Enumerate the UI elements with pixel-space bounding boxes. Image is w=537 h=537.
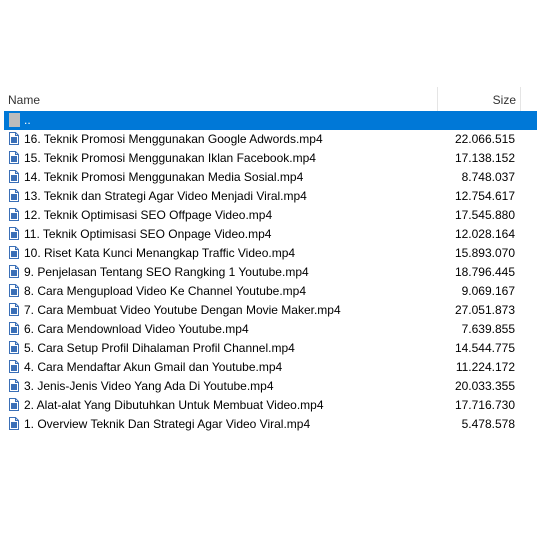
file-row[interactable]: 3. Jenis-Jenis Video Yang Ada Di Youtube… [4,377,537,396]
file-icon [9,265,19,278]
parent-directory-row[interactable]: .. [4,111,537,130]
file-size: 17.716.730 [454,398,515,412]
file-size: 9.069.167 [461,284,515,298]
file-icon [9,151,19,164]
file-name: 8. Cara Mengupload Video Ke Channel Yout… [24,284,306,298]
column-header: Name Size [4,87,537,111]
file-row[interactable]: 10. Riset Kata Kunci Menangkap Traffic V… [4,244,537,263]
folder-up-icon [9,113,20,127]
file-name: 3. Jenis-Jenis Video Yang Ada Di Youtube… [24,379,274,393]
file-name: 9. Penjelasan Tentang SEO Rangking 1 You… [24,265,309,279]
file-name: 12. Teknik Optimisasi SEO Offpage Video.… [24,208,273,222]
file-row[interactable]: 16. Teknik Promosi Menggunakan Google Ad… [4,130,537,149]
file-size: 11.224.172 [455,360,515,374]
file-icon [9,246,19,259]
file-name: 11. Teknik Optimisasi SEO Onpage Video.m… [24,227,272,241]
file-size: 5.478.578 [461,417,515,431]
file-name: 7. Cara Membuat Video Youtube Dengan Mov… [24,303,341,317]
file-icon [9,322,19,335]
file-size: 12.754.617 [454,189,515,203]
file-icon [9,303,19,316]
file-icon [9,341,19,354]
file-size: 8.748.037 [461,170,515,184]
file-name: 13. Teknik dan Strategi Agar Video Menja… [24,189,307,203]
file-icon [9,170,19,183]
file-row[interactable]: 7. Cara Membuat Video Youtube Dengan Mov… [4,301,537,320]
file-row[interactable]: 13. Teknik dan Strategi Agar Video Menja… [4,187,537,206]
file-size: 14.544.775 [454,341,515,355]
file-row[interactable]: 15. Teknik Promosi Menggunakan Iklan Fac… [4,149,537,168]
file-name: 2. Alat-alat Yang Dibutuhkan Untuk Membu… [24,398,324,412]
file-name: 6. Cara Mendownload Video Youtube.mp4 [24,322,249,336]
column-divider[interactable] [520,87,521,111]
file-size: 17.545.880 [454,208,515,222]
file-row[interactable]: 14. Teknik Promosi Menggunakan Media Sos… [4,168,537,187]
file-icon [9,360,19,373]
file-icon [9,417,19,430]
file-row[interactable]: 12. Teknik Optimisasi SEO Offpage Video.… [4,206,537,225]
file-icon [9,379,19,392]
file-name: 4. Cara Mendaftar Akun Gmail dan Youtube… [24,360,283,374]
file-size: 7.639.855 [461,322,515,336]
parent-directory-label: .. [24,113,31,127]
file-name: 15. Teknik Promosi Menggunakan Iklan Fac… [24,151,316,165]
file-row[interactable]: 11. Teknik Optimisasi SEO Onpage Video.m… [4,225,537,244]
file-row[interactable]: 4. Cara Mendaftar Akun Gmail dan Youtube… [4,358,537,377]
column-header-name[interactable]: Name [8,93,40,107]
file-size: 17.138.152 [454,151,515,165]
file-name: 1. Overview Teknik Dan Strategi Agar Vid… [24,417,311,431]
file-icon [9,284,19,297]
file-list-panel: Name Size .. 16. Teknik Promosi Mengguna… [4,87,537,440]
file-size: 18.796.445 [454,265,515,279]
file-icon [9,398,19,411]
file-size: 15.893.070 [454,246,515,260]
file-row[interactable]: 1. Overview Teknik Dan Strategi Agar Vid… [4,415,537,434]
file-icon [9,227,19,240]
file-rows: .. 16. Teknik Promosi Menggunakan Google… [4,111,537,434]
file-size: 12.028.164 [454,227,515,241]
file-row[interactable]: 9. Penjelasan Tentang SEO Rangking 1 You… [4,263,537,282]
file-row[interactable]: 2. Alat-alat Yang Dibutuhkan Untuk Membu… [4,396,537,415]
file-row[interactable]: 5. Cara Setup Profil Dihalaman Profil Ch… [4,339,537,358]
file-row[interactable]: 6. Cara Mendownload Video Youtube.mp4 7.6… [4,320,537,339]
file-icon [9,132,19,145]
file-icon [9,189,19,202]
file-size: 22.066.515 [454,132,515,146]
file-size: 20.033.355 [454,379,515,393]
file-row[interactable]: 8. Cara Mengupload Video Ke Channel Yout… [4,282,537,301]
file-name: 14. Teknik Promosi Menggunakan Media Sos… [24,170,304,184]
file-name: 10. Riset Kata Kunci Menangkap Traffic V… [24,246,296,260]
file-size: 27.051.873 [454,303,515,317]
file-icon [9,208,19,221]
file-name: 5. Cara Setup Profil Dihalaman Profil Ch… [24,341,295,355]
file-name: 16. Teknik Promosi Menggunakan Google Ad… [24,132,323,146]
column-header-size[interactable]: Size [438,93,516,107]
